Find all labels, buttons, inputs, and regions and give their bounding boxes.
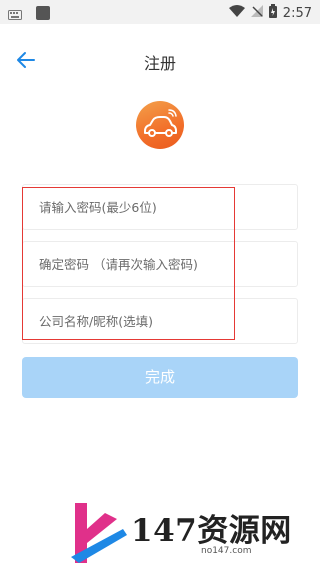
password-input[interactable] <box>23 185 297 229</box>
password-field[interactable] <box>22 184 298 230</box>
watermark-brand: 147资源网 <box>131 513 292 549</box>
watermark: 147资源网 no147.com <box>65 497 320 567</box>
company-name-field[interactable] <box>22 298 298 344</box>
status-time: 2:57 <box>282 5 312 21</box>
no-signal-icon <box>250 5 263 21</box>
app-logo <box>136 101 184 149</box>
page-title: 注册 <box>143 54 176 73</box>
nav-bar: 注册 <box>0 38 320 82</box>
keyboard-icon <box>8 5 22 24</box>
wifi-icon <box>228 5 245 21</box>
company-name-input[interactable] <box>23 299 297 343</box>
car-icon <box>144 109 177 137</box>
app-notification-icon <box>36 5 50 24</box>
watermark-url: no147.com <box>201 546 252 556</box>
confirm-password-field[interactable] <box>22 241 298 287</box>
watermark-logo-icon <box>71 503 127 563</box>
confirm-password-input[interactable] <box>23 242 297 286</box>
battery-icon <box>268 4 277 22</box>
status-bar: 2:57 <box>0 0 320 24</box>
complete-button[interactable]: 完成 <box>22 357 298 398</box>
